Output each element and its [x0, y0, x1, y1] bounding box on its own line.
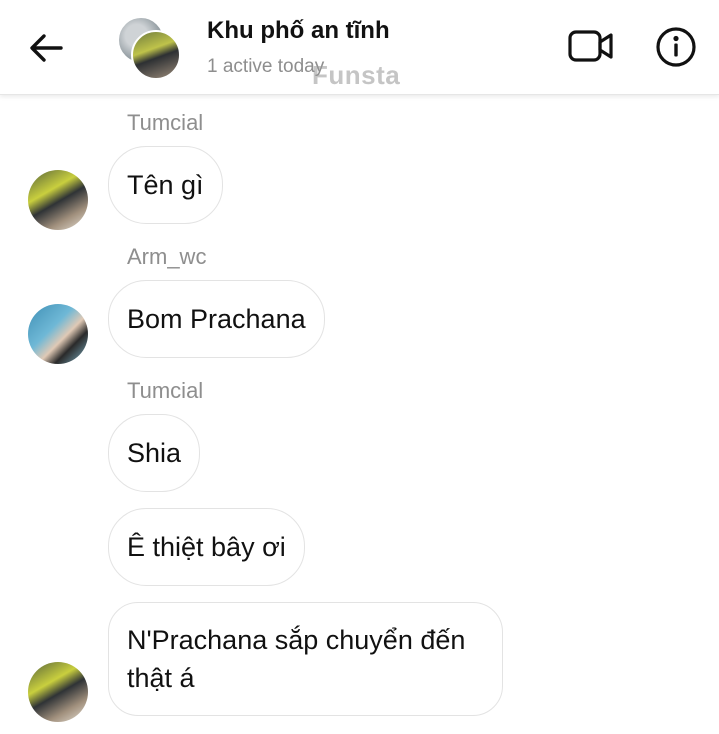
message-bubble[interactable]: Tên gì: [108, 146, 223, 224]
arrow-left-icon: [30, 34, 63, 62]
message-bubble[interactable]: N'Prachana sắp chuyển đến thật á: [108, 602, 503, 716]
sender-name: Tumcial: [127, 378, 204, 403]
active-status: 1 active today: [207, 56, 325, 77]
message-bubble[interactable]: Ê thiệt bây ơi: [108, 508, 305, 586]
message-bubble[interactable]: Shia: [108, 414, 201, 492]
chat-header: Khu phố an tĩnh 1 active today Funsta: [0, 0, 719, 95]
avatar-tumcial[interactable]: [28, 662, 88, 722]
group-avatar[interactable]: [115, 16, 181, 80]
watermark: Funsta: [312, 60, 401, 90]
sender-name: Arm_wc: [127, 244, 207, 269]
message-text: Tên gì: [127, 170, 204, 200]
avatar-tumcial[interactable]: [28, 170, 88, 230]
sender-name: Tumcial: [127, 110, 204, 135]
avatar-arm-wc[interactable]: [28, 304, 88, 364]
video-camera-icon: [568, 30, 613, 62]
message-text: Shia: [127, 438, 182, 468]
group-avatar-front: [131, 30, 181, 80]
info-button[interactable]: [653, 24, 699, 70]
chat-title[interactable]: Khu phố an tĩnh: [207, 17, 390, 45]
message-text: Bom Prachana: [127, 304, 306, 334]
message-text: Ê thiệt bây ơi: [127, 532, 286, 562]
back-button[interactable]: [26, 28, 66, 68]
info-icon: [656, 27, 696, 67]
video-call-button[interactable]: [566, 26, 616, 66]
message-bubble[interactable]: Bom Prachana: [108, 280, 325, 358]
message-text: N'Prachana sắp chuyển đến thật á: [127, 625, 466, 693]
